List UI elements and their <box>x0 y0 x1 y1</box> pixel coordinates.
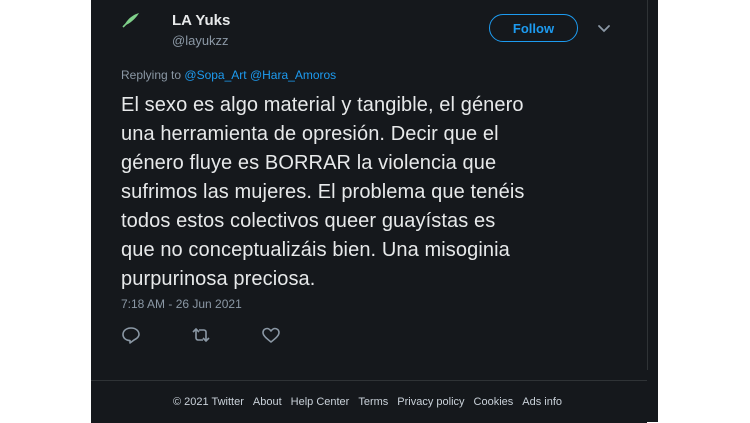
footer-link-about[interactable]: About <box>253 396 282 408</box>
user-handle[interactable]: @layukzz <box>172 33 229 48</box>
tweet-card: LA Yuks @layukzz Follow Replying to @Sop… <box>91 0 648 370</box>
tweet-line-5: todos estos colectivos queer guayístas e… <box>121 210 496 232</box>
tweet-line-7: purpurinosa preciosa. <box>121 268 316 290</box>
chevron-down-icon[interactable] <box>596 20 612 36</box>
mention-sopa-art[interactable]: @Sopa_Art <box>184 68 246 82</box>
mention-hara-amoros[interactable]: @Hara_Amoros <box>250 68 336 82</box>
reply-icon[interactable] <box>121 325 141 345</box>
footer-link-privacy-policy[interactable]: Privacy policy <box>397 396 464 408</box>
footer: © 2021 Twitter About Help Center Terms P… <box>91 380 647 423</box>
footer-copyright: © 2021 Twitter <box>173 396 244 408</box>
footer-links: © 2021 Twitter About Help Center Terms P… <box>173 396 562 408</box>
tweet-line-2: una herramienta de opresión. Decir que e… <box>121 123 499 145</box>
avatar-icon[interactable] <box>121 10 141 30</box>
tweet-line-6: que no conceptualizáis bien. Una misogin… <box>121 239 510 261</box>
replying-prefix: Replying to <box>121 68 182 82</box>
like-icon[interactable] <box>261 325 281 345</box>
tweet-text: El sexo es algo material y tangible, el … <box>121 91 641 294</box>
tweet-line-3: género fluye es BORRAR la violencia que <box>121 152 497 174</box>
footer-link-help-center[interactable]: Help Center <box>291 396 350 408</box>
display-name[interactable]: LA Yuks <box>172 12 230 29</box>
footer-link-terms[interactable]: Terms <box>358 396 388 408</box>
tweet-timestamp[interactable]: 7:18 AM - 26 Jun 2021 <box>121 297 242 311</box>
tweet-line-4: sufrimos las mujeres. El problema que te… <box>121 181 525 203</box>
retweet-icon[interactable] <box>191 325 211 345</box>
footer-link-ads-info[interactable]: Ads info <box>522 396 562 408</box>
replying-to-line: Replying to @Sopa_Art @Hara_Amoros <box>121 68 336 82</box>
follow-button[interactable]: Follow <box>489 14 578 42</box>
tweet-line-1: El sexo es algo material y tangible, el … <box>121 94 524 116</box>
footer-link-cookies[interactable]: Cookies <box>474 396 514 408</box>
twitter-panel: LA Yuks @layukzz Follow Replying to @Sop… <box>91 0 658 423</box>
